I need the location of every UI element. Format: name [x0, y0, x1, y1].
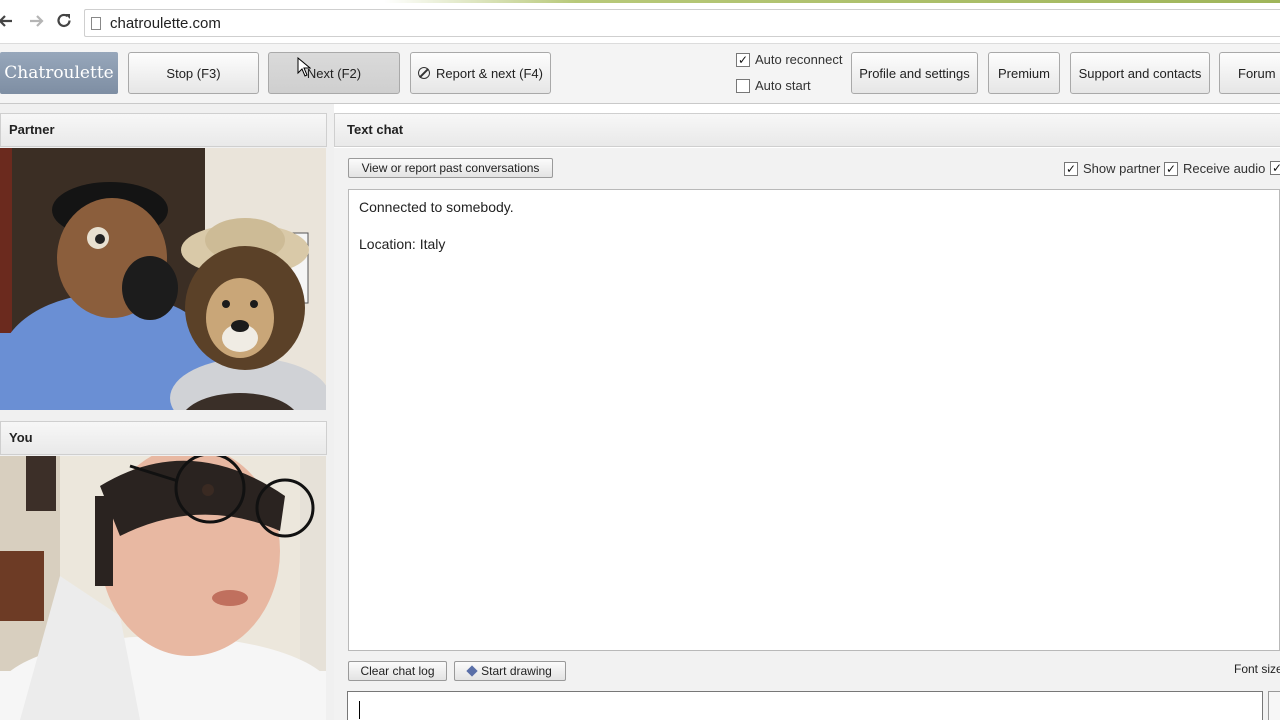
partner-panel-header: Partner: [0, 113, 327, 147]
auto-reconnect-label: Auto reconnect: [755, 52, 843, 67]
extra-option[interactable]: ✓: [1270, 161, 1280, 175]
you-panel-header: You: [0, 421, 327, 455]
show-partner-checkbox[interactable]: ✓: [1064, 161, 1078, 176]
receive-audio-option[interactable]: ✓ Receive audio: [1164, 161, 1265, 176]
browser-top-accent: [0, 0, 1280, 3]
partner-title: Partner: [9, 122, 55, 137]
stop-button-label: Stop (F3): [166, 65, 221, 81]
font-size-label: Font size: [1234, 662, 1280, 676]
browser-toolbar: chatroulette.com: [0, 0, 1280, 44]
chat-message-input[interactable]: [347, 691, 1263, 720]
premium-label: Premium: [997, 65, 1050, 81]
profile-settings-label: Profile and settings: [859, 65, 970, 81]
partner-video[interactable]: [0, 148, 326, 410]
show-partner-option[interactable]: ✓ Show partner: [1064, 161, 1160, 176]
report-next-button[interactable]: Report & next (F4): [410, 52, 551, 94]
receive-audio-label: Receive audio: [1183, 161, 1266, 176]
auto-reconnect-checkbox[interactable]: ✓: [736, 52, 750, 67]
send-button[interactable]: [1268, 691, 1280, 720]
next-button[interactable]: Next (F2): [268, 52, 400, 94]
report-next-label: Report & next (F4): [436, 65, 543, 81]
diamond-icon: [466, 665, 478, 677]
url-text: chatroulette.com: [110, 15, 221, 32]
auto-start-checkbox[interactable]: [736, 78, 750, 93]
forum-button[interactable]: Forum: [1219, 52, 1280, 94]
auto-start-label: Auto start: [755, 78, 811, 93]
prohibited-icon: [418, 67, 431, 79]
you-title: You: [9, 430, 33, 445]
start-drawing-label: Start drawing: [481, 664, 552, 678]
page-icon: [91, 17, 101, 30]
premium-button[interactable]: Premium: [988, 52, 1060, 94]
support-contacts-label: Support and contacts: [1078, 65, 1202, 81]
auto-start-option[interactable]: Auto start: [736, 78, 811, 93]
next-button-label: Next (F2): [306, 65, 362, 81]
back-arrow-icon[interactable]: [0, 11, 16, 31]
show-partner-label: Show partner: [1083, 161, 1161, 176]
forward-arrow-icon[interactable]: [26, 11, 46, 31]
start-drawing-button[interactable]: Start drawing: [454, 661, 566, 681]
receive-audio-checkbox[interactable]: ✓: [1164, 161, 1178, 176]
chat-message: Connected to somebody.: [359, 199, 514, 215]
view-past-conversations-button[interactable]: View or report past conversations: [348, 158, 553, 178]
chat-log: Connected to somebody. Location: Italy: [348, 189, 1280, 651]
text-caret: [359, 701, 360, 719]
auto-reconnect-option[interactable]: ✓ Auto reconnect: [736, 52, 842, 67]
clear-chat-log-button[interactable]: Clear chat log: [348, 661, 447, 681]
extra-checkbox[interactable]: ✓: [1270, 161, 1280, 175]
reload-icon[interactable]: [54, 11, 74, 31]
stop-button[interactable]: Stop (F3): [128, 52, 259, 94]
chatroulette-logo[interactable]: Chatroulette: [0, 52, 118, 94]
text-chat-title: Text chat: [347, 122, 404, 137]
address-bar[interactable]: chatroulette.com: [84, 9, 1280, 37]
self-video-frame: [0, 456, 326, 720]
text-chat-header: Text chat: [334, 113, 1280, 147]
support-contacts-button[interactable]: Support and contacts: [1070, 52, 1210, 94]
chat-message: Location: Italy: [359, 236, 446, 252]
partner-video-frame: [0, 148, 326, 410]
profile-settings-button[interactable]: Profile and settings: [851, 52, 978, 94]
self-video[interactable]: [0, 456, 326, 720]
app-toolbar: Chatroulette Stop (F3) Next (F2) Report …: [0, 44, 1280, 104]
forum-label: Forum: [1238, 65, 1276, 81]
view-past-label: View or report past conversations: [361, 161, 540, 175]
mouse-cursor-icon: [297, 57, 311, 77]
clear-chat-label: Clear chat log: [360, 664, 435, 678]
